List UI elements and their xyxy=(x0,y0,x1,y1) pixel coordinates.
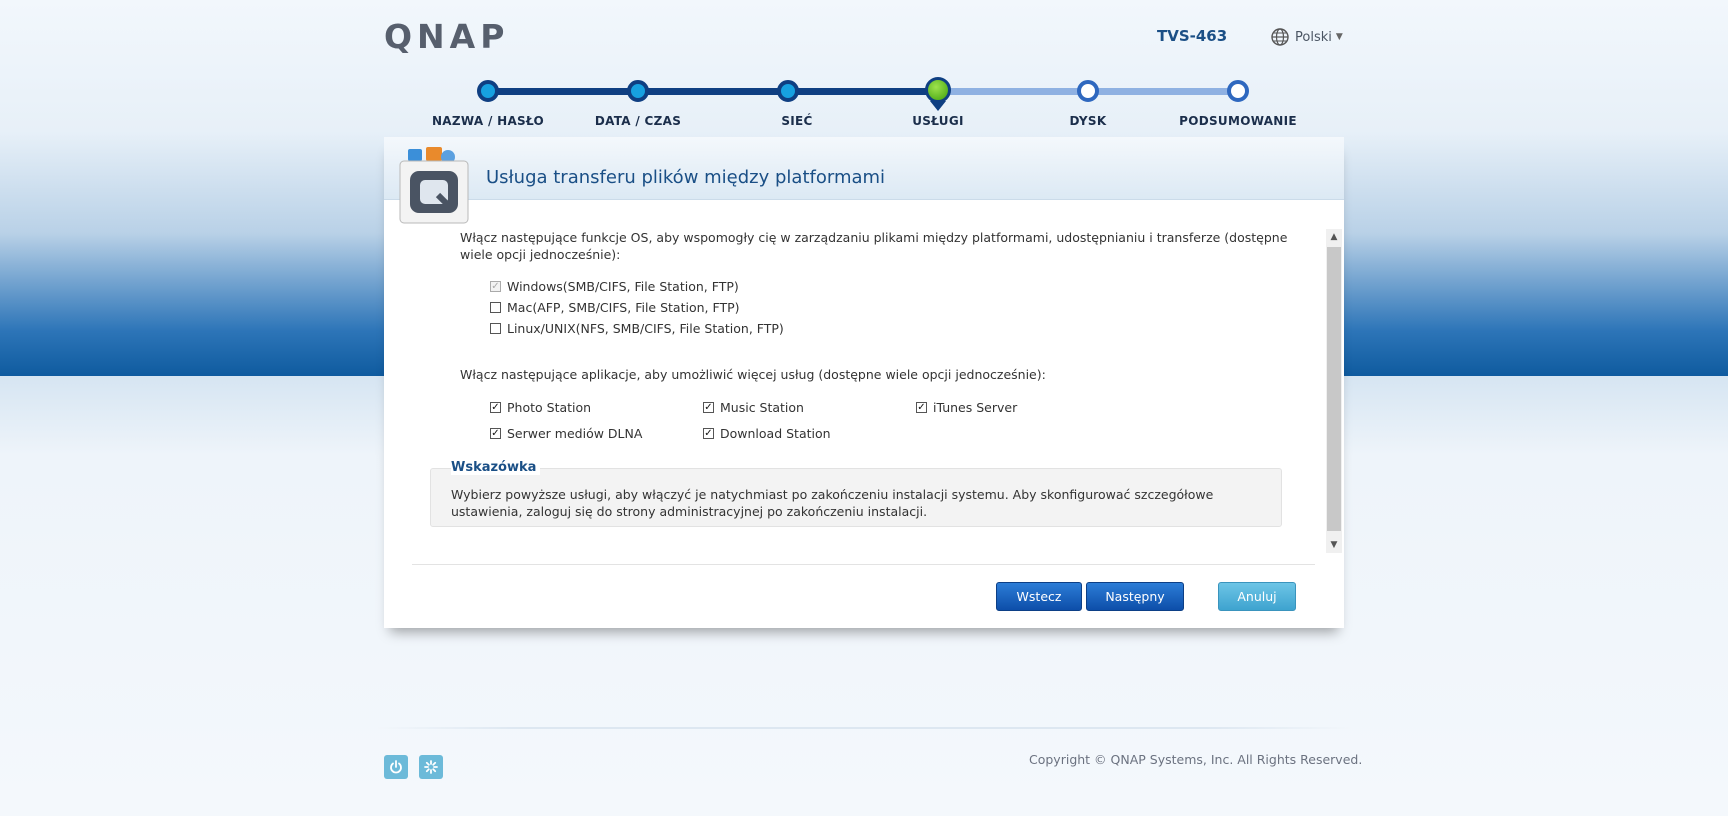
os-option-windows: ✓ Windows(SMB/CIFS, File Station, FTP) xyxy=(490,279,739,294)
step-dot-6 xyxy=(1227,80,1249,102)
cancel-button[interactable]: Anuluj xyxy=(1218,582,1296,611)
scroll-up-arrow-icon[interactable]: ▲ xyxy=(1326,229,1342,245)
step-label-date-time: DATA / CZAS xyxy=(594,114,682,128)
os-option-mac[interactable]: Mac(AFP, SMB/CIFS, File Station, FTP) xyxy=(490,300,740,315)
footer-divider xyxy=(376,727,1352,729)
step-dot-5 xyxy=(1077,80,1099,102)
content-scrollbar[interactable]: ▲ ▼ xyxy=(1326,229,1342,553)
step-label-name-password: NAZWA / HASŁO xyxy=(431,114,545,128)
stepper-progress-line-done xyxy=(488,88,938,95)
app-music-station[interactable]: ✓ Music Station xyxy=(703,400,804,415)
photo-station-checkbox[interactable]: ✓ xyxy=(490,402,501,413)
music-station-checkbox[interactable]: ✓ xyxy=(703,402,714,413)
windows-checkbox: ✓ xyxy=(490,280,501,292)
dialog-title: Usługa transferu plików między platforma… xyxy=(486,167,886,188)
step-label-services: USŁUGI xyxy=(912,114,964,128)
os-features-intro: Włącz następujące funkcje OS, aby wspomo… xyxy=(460,230,1288,262)
hint-text: Wybierz powyższe usługi, aby włączyć je … xyxy=(451,487,1214,519)
app-dlna-server[interactable]: ✓ Serwer mediów DLNA xyxy=(490,426,642,441)
mac-label: Mac(AFP, SMB/CIFS, File Station, FTP) xyxy=(507,300,740,315)
photo-station-label: Photo Station xyxy=(507,400,592,415)
itunes-server-label: iTunes Server xyxy=(933,400,1018,415)
power-button[interactable] xyxy=(384,755,408,779)
scroll-down-arrow-icon[interactable]: ▼ xyxy=(1326,537,1342,553)
scroll-thumb[interactable] xyxy=(1327,247,1341,531)
download-station-label: Download Station xyxy=(720,426,831,441)
copyright-text: Copyright © QNAP Systems, Inc. All Right… xyxy=(1029,752,1363,767)
step-dot-3 xyxy=(777,80,799,102)
step-dot-4-current xyxy=(925,77,951,103)
app-download-station[interactable]: ✓ Download Station xyxy=(703,426,831,441)
power-icon xyxy=(390,760,402,774)
os-option-linux[interactable]: Linux/UNIX(NFS, SMB/CIFS, File Station, … xyxy=(490,321,784,336)
step-dot-1 xyxy=(477,80,499,102)
dlna-server-label: Serwer mediów DLNA xyxy=(507,426,643,441)
app-photo-station[interactable]: ✓ Photo Station xyxy=(490,400,591,415)
music-station-label: Music Station xyxy=(720,400,804,415)
restart-button[interactable] xyxy=(419,755,443,779)
step-dot-2 xyxy=(627,80,649,102)
current-step-pointer xyxy=(930,101,946,111)
windows-label: Windows(SMB/CIFS, File Station, FTP) xyxy=(507,279,739,294)
back-button[interactable]: Wstecz xyxy=(996,582,1082,611)
dialog-footer-separator xyxy=(412,564,1315,565)
wizard-stepper: NAZWA / HASŁO DATA / CZAS SIEĆ USŁUGI DY… xyxy=(0,0,1728,140)
app-itunes-server[interactable]: ✓ iTunes Server xyxy=(916,400,1017,415)
spinner-icon xyxy=(424,760,438,774)
step-label-summary: PODSUMOWANIE xyxy=(1179,114,1297,128)
step-label-network: SIEĆ xyxy=(781,114,813,128)
qnap-app-icon xyxy=(399,147,469,224)
linux-checkbox[interactable] xyxy=(490,323,501,334)
itunes-server-checkbox[interactable]: ✓ xyxy=(916,402,927,413)
next-button[interactable]: Następny xyxy=(1086,582,1184,611)
mac-checkbox[interactable] xyxy=(490,302,501,313)
hint-title: Wskazówka xyxy=(451,460,541,475)
step-label-disk: DYSK xyxy=(1069,114,1107,128)
dlna-server-checkbox[interactable]: ✓ xyxy=(490,428,501,439)
download-station-checkbox[interactable]: ✓ xyxy=(703,428,714,439)
linux-label: Linux/UNIX(NFS, SMB/CIFS, File Station, … xyxy=(507,321,784,336)
apps-intro: Włącz następujące aplikacje, aby umożliw… xyxy=(460,367,1046,382)
